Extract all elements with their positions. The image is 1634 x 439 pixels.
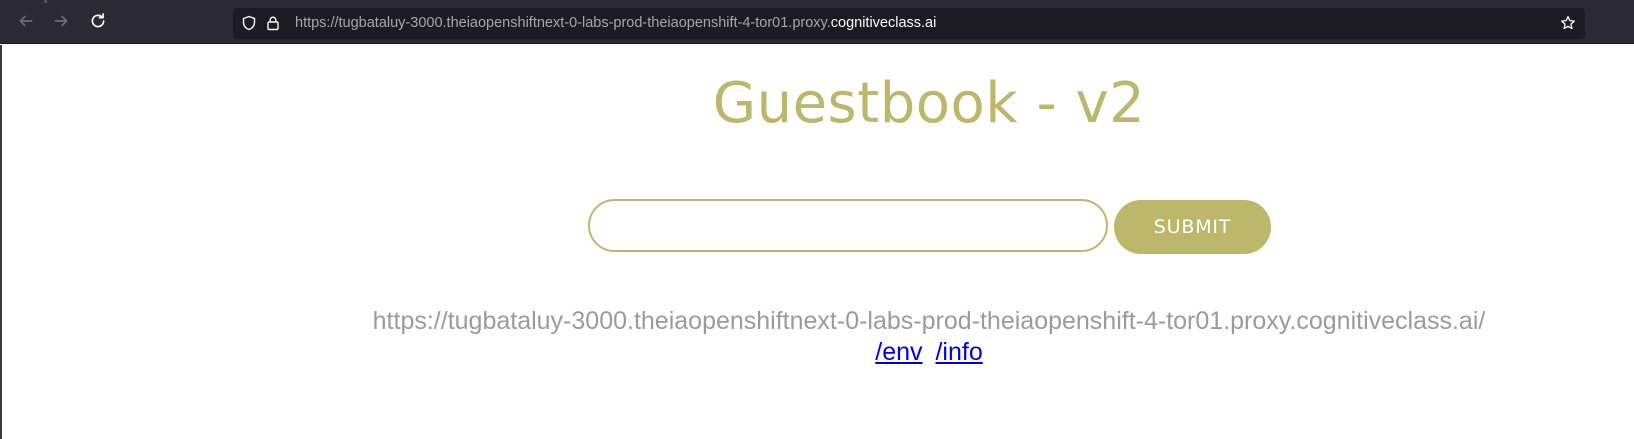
page-title: Guestbook - v2 xyxy=(712,71,1146,136)
shield-icon[interactable] xyxy=(240,14,258,32)
info-link[interactable]: /info xyxy=(935,338,982,366)
browser-toolbar: https://tugbataluy-3000.theiaopenshiftne… xyxy=(0,0,1634,44)
star-icon[interactable] xyxy=(1559,14,1577,32)
arrow-left-icon xyxy=(17,12,35,34)
arrow-right-icon xyxy=(52,12,70,34)
env-link[interactable]: /env xyxy=(875,338,922,366)
address-bar[interactable]: https://tugbataluy-3000.theiaopenshiftne… xyxy=(233,8,1585,39)
page-content: Guestbook - v2 SUBMIT https://tugbataluy… xyxy=(0,45,1634,439)
forward-button[interactable] xyxy=(47,9,75,37)
links-row: /env /info xyxy=(2,338,1634,367)
url-text[interactable]: https://tugbataluy-3000.theiaopenshiftne… xyxy=(295,15,936,31)
reload-button[interactable] xyxy=(84,9,112,37)
reload-icon xyxy=(89,12,107,34)
back-button[interactable] xyxy=(12,9,40,37)
url-domain: cognitiveclass.ai xyxy=(830,15,937,31)
tab-strip-edge xyxy=(44,0,47,3)
url-path: https://tugbataluy-3000.theiaopenshiftne… xyxy=(295,15,831,31)
guestbook-entry-input[interactable] xyxy=(588,199,1108,252)
lock-icon[interactable] xyxy=(264,14,282,32)
submit-button[interactable]: SUBMIT xyxy=(1114,200,1271,254)
app-url-text: https://tugbataluy-3000.theiaopenshiftne… xyxy=(372,307,1486,335)
